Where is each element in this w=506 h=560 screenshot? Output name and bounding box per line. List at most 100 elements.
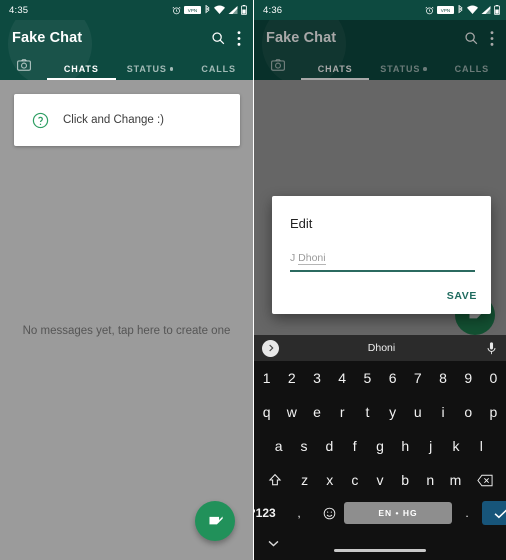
save-button[interactable]: SAVE [447, 290, 477, 302]
suggestion-bar: Dhoni [254, 335, 506, 361]
key-u[interactable]: u [405, 395, 430, 429]
enter-key[interactable] [482, 501, 506, 525]
toolbar-top-row: Fake Chat [0, 20, 253, 56]
left-phone-screen: 4:35 VPN Fake Chat CHATS STATUS CALLS Cl… [0, 0, 253, 560]
chevron-right-icon [268, 344, 274, 352]
card-label: Click and Change :) [63, 114, 164, 126]
keyboard-bottom-bar [254, 529, 506, 557]
toolbar-dim-overlay [254, 20, 506, 80]
key-h[interactable]: h [393, 429, 418, 463]
new-chat-fab[interactable] [195, 501, 235, 541]
key-8[interactable]: 8 [430, 361, 455, 395]
key-c[interactable]: c [342, 463, 367, 497]
help-circle-icon [32, 112, 49, 128]
key-a[interactable]: a [266, 429, 291, 463]
app-toolbar: Fake Chat CHATS STATUS CALLS [0, 20, 253, 80]
backspace-key[interactable] [468, 463, 502, 497]
wifi-icon [467, 5, 478, 14]
keyboard-row-top: q w e r t y u i o p [254, 395, 506, 429]
key-7[interactable]: 7 [405, 361, 430, 395]
key-q[interactable]: q [254, 395, 279, 429]
keyboard-row-numbers: 1 2 3 4 5 6 7 8 9 0 [254, 361, 506, 395]
tab-calls[interactable]: CALLS [184, 64, 253, 80]
key-v[interactable]: v [367, 463, 392, 497]
key-f[interactable]: f [342, 429, 367, 463]
backspace-icon [477, 474, 493, 486]
empty-state-message[interactable]: No messages yet, tap here to create one [0, 325, 253, 337]
key-t[interactable]: t [355, 395, 380, 429]
key-m[interactable]: m [443, 463, 468, 497]
key-n[interactable]: n [418, 463, 443, 497]
tab-calls-label: CALLS [201, 64, 236, 74]
tab-camera[interactable] [0, 59, 47, 80]
expand-suggestions-button[interactable] [262, 339, 279, 357]
app-title: Fake Chat [12, 30, 83, 46]
cellular-signal-icon [481, 6, 491, 14]
key-0[interactable]: 0 [481, 361, 506, 395]
comma-key[interactable]: , [284, 497, 314, 529]
key-1[interactable]: 1 [254, 361, 279, 395]
key-5[interactable]: 5 [355, 361, 380, 395]
key-d[interactable]: d [317, 429, 342, 463]
hide-keyboard-button[interactable] [268, 534, 279, 552]
key-9[interactable]: 9 [456, 361, 481, 395]
key-b[interactable]: b [393, 463, 418, 497]
alarm-icon [425, 6, 434, 14]
battery-icon [494, 5, 500, 15]
key-4[interactable]: 4 [330, 361, 355, 395]
dialog-title: Edit [290, 216, 313, 231]
tab-chats-label: CHATS [63, 64, 99, 74]
chevron-down-icon [268, 540, 279, 547]
period-key[interactable]: . [452, 497, 482, 529]
space-key[interactable]: EN • HG [344, 502, 452, 524]
search-icon[interactable] [211, 31, 225, 45]
dual-screenshot-stage: 4:35 VPN Fake Chat CHATS STATUS CALLS Cl… [0, 0, 506, 560]
key-y[interactable]: y [380, 395, 405, 429]
key-o[interactable]: o [456, 395, 481, 429]
emoji-key[interactable] [314, 497, 344, 529]
right-phone-screen: 4:36 VPN Fake Chat CHATS STATUS CALLS Ed… [253, 0, 506, 560]
status-bar-clock-right: 4:36 [263, 4, 283, 16]
bluetooth-icon [458, 5, 463, 14]
key-g[interactable]: g [367, 429, 392, 463]
key-2[interactable]: 2 [279, 361, 304, 395]
toolbar-tabs: CHATS STATUS CALLS [0, 56, 253, 80]
status-unread-dot [169, 67, 174, 71]
shift-icon [268, 473, 282, 486]
key-k[interactable]: k [443, 429, 468, 463]
key-6[interactable]: 6 [380, 361, 405, 395]
key-z[interactable]: z [292, 463, 317, 497]
key-r[interactable]: r [330, 395, 355, 429]
dialog-input-field[interactable]: J Dhoni [290, 248, 475, 272]
cellular-signal-icon [228, 6, 238, 14]
suggestion-word[interactable]: Dhoni [279, 342, 484, 354]
nav-gesture-pill[interactable] [334, 549, 426, 552]
name-input[interactable]: J Dhoni [290, 252, 326, 269]
keyboard-row-function: ?123 , EN • HG . [254, 497, 506, 529]
key-w[interactable]: w [279, 395, 304, 429]
key-j[interactable]: j [418, 429, 443, 463]
key-l[interactable]: l [469, 429, 494, 463]
bluetooth-icon [205, 5, 210, 14]
check-icon [494, 508, 506, 518]
keyboard-row-home: a s d f g h j k l [254, 429, 506, 463]
key-i[interactable]: i [430, 395, 455, 429]
symbols-key[interactable]: ?123 [254, 497, 284, 529]
shift-key[interactable] [258, 463, 292, 497]
tab-status[interactable]: STATUS [116, 64, 185, 80]
voice-input-button[interactable] [484, 341, 498, 355]
battery-icon [241, 5, 247, 15]
key-x[interactable]: x [317, 463, 342, 497]
key-s[interactable]: s [291, 429, 316, 463]
click-and-change-card[interactable]: Click and Change :) [14, 94, 240, 146]
alarm-icon [172, 6, 181, 14]
key-p[interactable]: p [481, 395, 506, 429]
vpn-badge-icon: VPN [437, 6, 454, 14]
svg-text:VPN: VPN [441, 8, 451, 13]
status-bar-right: 4:36 VPN [254, 0, 506, 20]
key-3[interactable]: 3 [304, 361, 329, 395]
more-vertical-icon[interactable] [237, 30, 241, 46]
vpn-badge-icon: VPN [184, 6, 201, 14]
key-e[interactable]: e [304, 395, 329, 429]
tab-chats[interactable]: CHATS [47, 64, 116, 80]
